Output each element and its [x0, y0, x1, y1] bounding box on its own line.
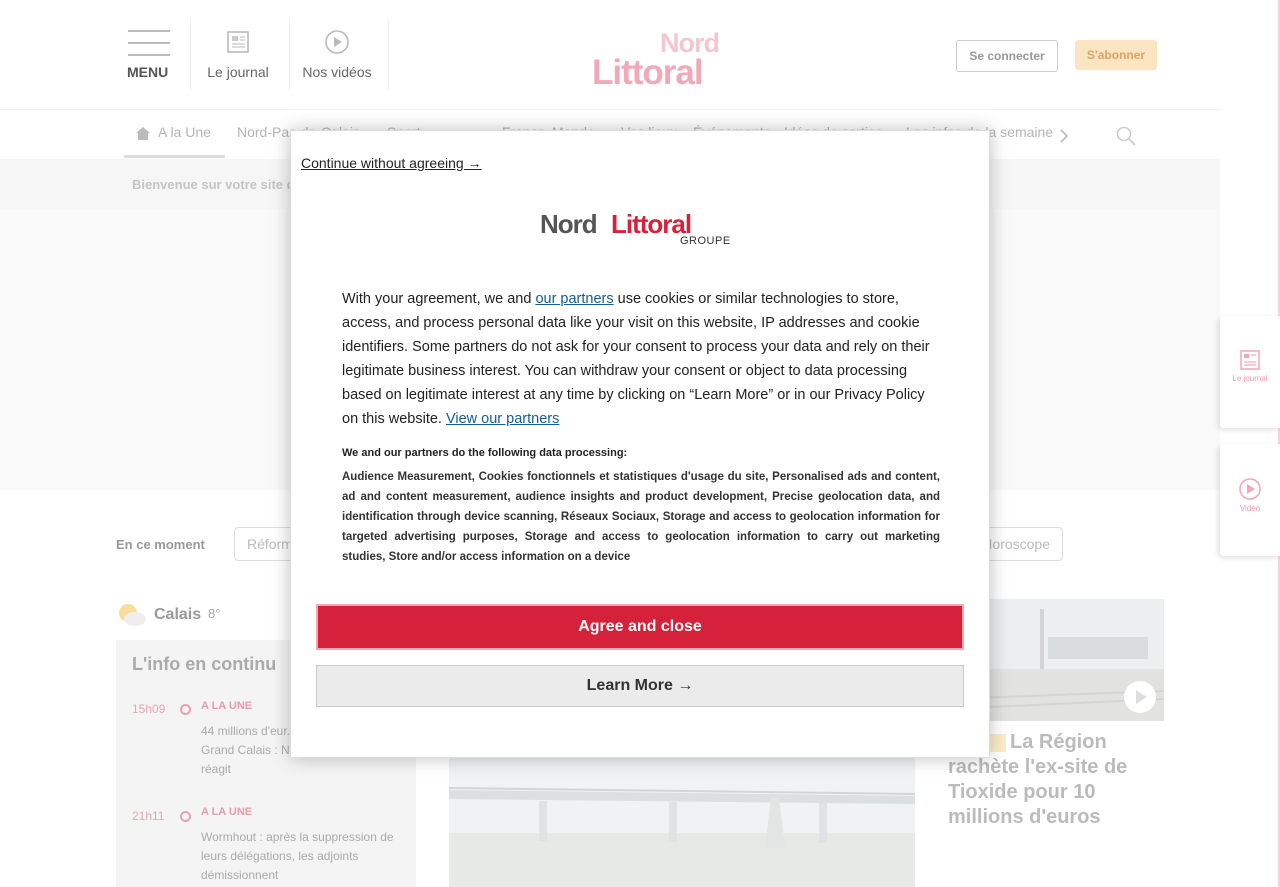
newspaper-icon	[1240, 350, 1260, 370]
feed-category[interactable]: A LA UNE	[201, 700, 252, 712]
side-tab-journal[interactable]: Le journal	[1220, 316, 1280, 428]
consent-intro: With your agreement, we and our partners…	[342, 287, 940, 431]
logo-subtitle: GROUPE	[680, 235, 731, 247]
feed-time: 15h09	[132, 702, 166, 716]
welcome-text: Bienvenue sur votre site d	[132, 177, 295, 192]
feed-time: 21h11	[132, 809, 165, 823]
article-image[interactable]	[449, 738, 915, 887]
weather-cloudy-icon	[119, 604, 146, 626]
our-partners-link[interactable]: our partners	[535, 291, 613, 307]
processing-list: Audience Measurement, Cookies fonctionne…	[342, 471, 940, 563]
processing-title: We and our partners do the following dat…	[342, 447, 628, 459]
divider	[190, 20, 191, 90]
search-icon[interactable]	[1116, 126, 1136, 146]
play-circle-icon	[1239, 478, 1261, 500]
continue-without-agreeing-link[interactable]: Continue without agreeing →	[301, 155, 482, 171]
live-feed-title: L'info en continu	[132, 654, 277, 674]
video-play-button[interactable]	[1124, 681, 1156, 713]
logo-part: Nord	[540, 209, 598, 239]
timeline-dot	[180, 704, 191, 715]
menu-label: MENU	[127, 64, 169, 80]
agree-and-close-button[interactable]: Agree and close	[316, 604, 964, 650]
chevron-right-icon[interactable]	[1058, 129, 1070, 143]
site-logo[interactable]: Nord Littoral	[592, 28, 738, 92]
side-tab-label: Le journal	[1232, 374, 1268, 383]
logo-bottom: Littoral	[592, 53, 704, 92]
feed-category[interactable]: A LA UNE	[201, 806, 252, 818]
chip-label: Réform	[247, 536, 293, 552]
menu-bar	[128, 30, 170, 32]
chip-label: Horoscope	[982, 536, 1050, 552]
bridge-photo	[449, 738, 915, 887]
nav-item-a-la-une[interactable]: A la Une	[158, 124, 211, 140]
newspaper-icon	[227, 31, 249, 53]
learn-more-button[interactable]: Learn More →	[316, 665, 964, 707]
timeline-dot	[180, 811, 191, 822]
weather-city: Calais	[154, 606, 202, 623]
group-logo: Nord Littoral GROUPE	[540, 209, 740, 253]
login-button[interactable]: Se connecter	[956, 40, 1058, 72]
videos-link[interactable]: Nos vidéos	[298, 30, 376, 80]
consent-text: With your agreement, we and	[342, 291, 536, 307]
side-tab-label: Vidéo	[1239, 504, 1261, 513]
play-circle-icon	[325, 30, 349, 54]
divider	[289, 20, 290, 90]
consent-dialog: Continue without agreeing → Nord Littora…	[290, 130, 990, 758]
journal-link[interactable]: Le journal	[204, 30, 272, 80]
weather-temp: 8°	[208, 606, 221, 621]
moment-label: En ce moment	[116, 537, 205, 552]
consent-text: use cookies or similar technologies to s…	[342, 291, 930, 427]
menu-button[interactable]: MENU	[127, 28, 171, 83]
menu-bar	[128, 42, 170, 44]
journal-label: Le journal	[207, 64, 269, 80]
side-tab-video[interactable]: Vidéo	[1220, 444, 1280, 556]
view-partners-link[interactable]: View our partners	[446, 411, 559, 427]
videos-label: Nos vidéos	[302, 64, 372, 80]
feed-text[interactable]: Wormhout : après la suppression de leurs…	[201, 828, 401, 885]
play-icon	[1136, 690, 1147, 704]
menu-bar	[128, 54, 170, 56]
home-icon	[136, 127, 150, 140]
subscribe-button[interactable]: S'abonner	[1075, 40, 1157, 70]
divider	[388, 20, 389, 90]
